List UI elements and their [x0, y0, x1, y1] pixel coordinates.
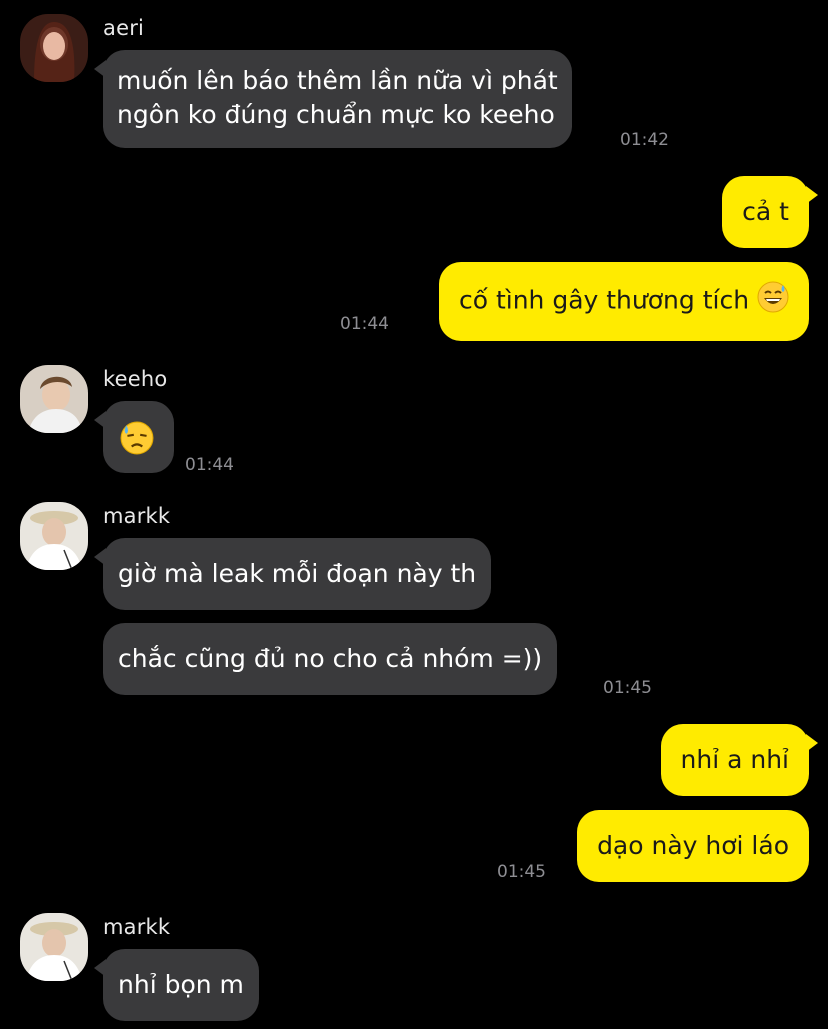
message-text: chắc cũng đủ no cho cả nhóm =)) [118, 644, 543, 673]
message-text: giờ mà leak mỗi đoạn này th [118, 559, 477, 588]
sender-name: aeri [103, 16, 145, 40]
incoming-message[interactable]: chắc cũng đủ no cho cả nhóm =)) [103, 623, 558, 695]
incoming-message[interactable]: muốn lên báo thêm lần nữa vì phát ngôn k… [94, 50, 572, 148]
timestamp: 01:42 [620, 130, 669, 150]
incoming-message[interactable]: nhỉ bọn m [94, 949, 259, 1021]
grinning-sweat-emoji-icon [757, 281, 789, 322]
incoming-message[interactable] [94, 401, 174, 473]
avatar-markk[interactable] [20, 913, 88, 981]
message-text: cố tình gây thương tích [458, 285, 750, 315]
message-text: nhỉ a nhỉ [680, 745, 789, 774]
message-line: ngôn ko đúng chuẩn mực ko keeho [117, 100, 555, 129]
avatar-markk[interactable] [20, 502, 88, 570]
timestamp: 01:45 [497, 862, 546, 882]
sender-name: markk [103, 915, 171, 939]
message-text: dạo này hơi láo [597, 831, 789, 860]
message-line: muốn lên báo thêm lần nữa vì phát [117, 66, 558, 95]
timestamp: 01:45 [603, 678, 652, 698]
avatar-aeri[interactable] [20, 14, 88, 82]
downcast-sweat-emoji-icon [120, 421, 154, 464]
message-text: nhỉ bọn m [118, 970, 244, 999]
message-text: cả t [742, 197, 789, 226]
outgoing-message[interactable]: nhỉ a nhỉ [660, 724, 818, 796]
outgoing-message[interactable]: cả t [722, 176, 818, 248]
timestamp: 01:44 [340, 314, 389, 334]
sender-name: markk [103, 504, 171, 528]
avatar-keeho[interactable] [20, 365, 88, 433]
outgoing-message[interactable]: dạo này hơi láo [577, 810, 809, 882]
timestamp: 01:44 [185, 455, 234, 475]
outgoing-message[interactable]: cố tình gây thương tích [438, 262, 809, 341]
sender-name: keeho [103, 367, 168, 391]
incoming-message[interactable]: giờ mà leak mỗi đoạn này th [94, 538, 492, 610]
